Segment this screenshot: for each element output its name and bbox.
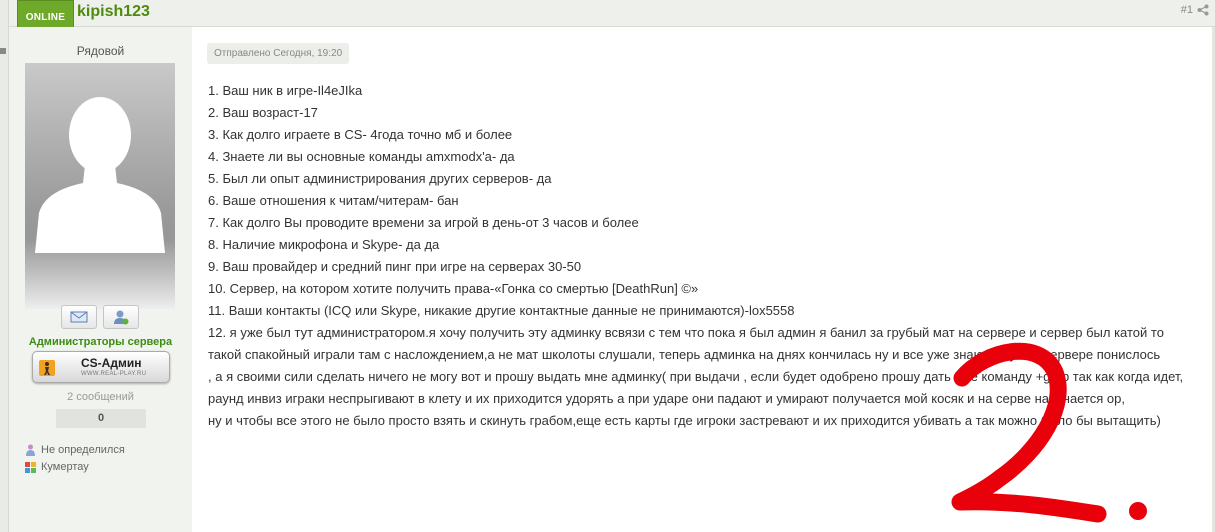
post-line: 9. Ваш провайдер и средний пинг при игре… — [208, 259, 582, 274]
profile-actions — [61, 305, 139, 329]
post-line: 8. Наличие микрофона и Skype- да да — [208, 237, 440, 252]
post-body: 1. Ваш ник в игре-Il4eJIka 2. Ваш возрас… — [208, 80, 1198, 432]
city-row: Кумертау — [25, 461, 89, 473]
group-badge-title: CS-Админ — [81, 356, 142, 370]
avatar-reflection — [25, 239, 175, 309]
post-line: 7. Как долго Вы проводите времени за игр… — [208, 215, 639, 230]
post-line: ну и чтобы все этого не было просто взят… — [208, 413, 1161, 428]
post-line: 12. я уже был тут администратором.я хочу… — [208, 325, 1164, 362]
home-icon — [25, 462, 36, 473]
left-scroll-strip — [0, 0, 9, 532]
post-line: 10. Сервер, на котором хотите получить п… — [208, 281, 699, 296]
city-label: Кумертау — [41, 461, 89, 473]
author-sidebar: Рядовой Администраторы сервера CS-Админ … — [9, 27, 192, 532]
gender-row: Не определился — [25, 444, 125, 456]
post-line: раунд инвиз играки неспрыгивают в клету … — [208, 391, 1126, 406]
group-badge-subtitle: WWW.REAL-PLAY.RU — [81, 371, 147, 377]
send-message-button[interactable] — [61, 305, 97, 329]
gender-label: Не определился — [41, 444, 125, 456]
post-line: 1. Ваш ник в игре-Il4eJIka — [208, 83, 363, 98]
gender-unknown-icon — [26, 444, 35, 456]
post-header: ONLINE kipish123 #1 — [9, 0, 1215, 35]
post-line: , а я своими сили сделать ничего не могу… — [208, 369, 1184, 384]
user-rank: Рядовой — [76, 44, 125, 58]
post-line: 6. Ваше отношения к читам/читерам- бан — [208, 193, 459, 208]
username-link[interactable]: kipish123 — [77, 3, 150, 21]
share-icon[interactable] — [1197, 4, 1209, 16]
group-badge: CS-Админ WWW.REAL-PLAY.RU — [32, 351, 170, 383]
avatar[interactable] — [25, 63, 175, 309]
player-icon — [39, 360, 55, 376]
reputation-badge: 0 — [56, 409, 146, 428]
post-line: 3. Как долго играете в CS- 4года точно м… — [208, 127, 513, 142]
post-line: 5. Был ли опыт администрирования других … — [208, 171, 552, 186]
posts-count: 2 сообщений — [67, 391, 134, 403]
post-line: 2. Ваш возраст-17 — [208, 105, 318, 120]
post-line: 11. Ваши контакты (ICQ или Skype, никаки… — [208, 303, 795, 318]
post-number-link[interactable]: #1 — [1181, 4, 1193, 16]
strip-marker — [0, 48, 6, 54]
view-profile-button[interactable] — [103, 305, 139, 329]
user-profile-icon — [114, 310, 129, 325]
user-group-name: Администраторы сервера — [28, 336, 173, 348]
envelope-icon — [70, 311, 88, 323]
posted-date: Отправлено Сегодня, 19:20 — [207, 43, 350, 64]
post-line: 4. Знаете ли вы основные команды amxmodx… — [208, 149, 515, 164]
